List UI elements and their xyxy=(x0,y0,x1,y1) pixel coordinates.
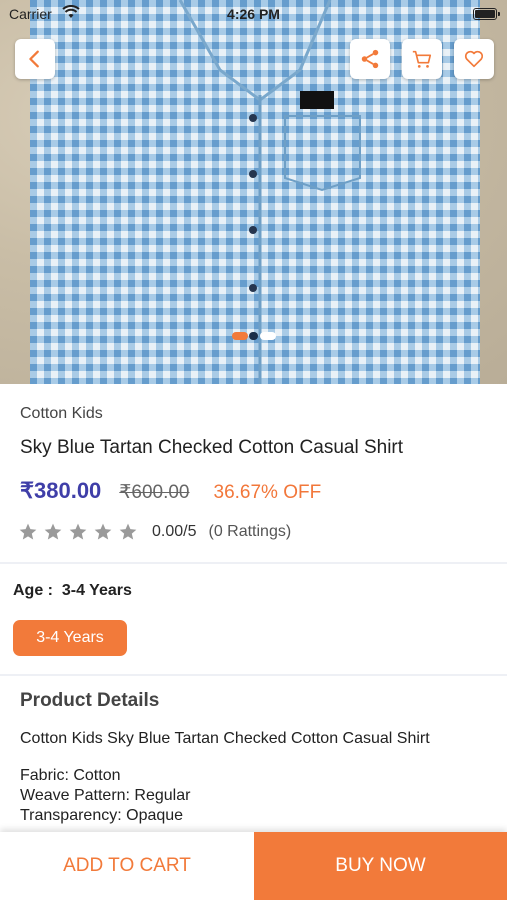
status-bar: Carrier 4:26 PM xyxy=(0,0,507,28)
age-label: Age : 3-4 Years xyxy=(13,582,132,600)
attribute-fabric: Fabric: Cotton xyxy=(20,767,121,784)
product-image-carousel[interactable]: Carrier 4:26 PM xyxy=(0,0,507,384)
star-icon xyxy=(119,523,137,540)
star-icon xyxy=(94,523,112,540)
star-icon xyxy=(44,523,62,540)
share-button[interactable] xyxy=(350,39,390,79)
rating-value: 0.00/5 xyxy=(152,523,197,540)
add-to-cart-button[interactable]: ADD TO CART xyxy=(0,832,254,900)
back-icon xyxy=(29,50,39,68)
bottom-action-bar: ADD TO CART BUY NOW xyxy=(0,832,507,900)
price-row: ₹380.00 ₹600.00 36.67% OFF xyxy=(20,478,321,504)
share-icon xyxy=(361,49,379,69)
age-option-chip[interactable]: 3-4 Years xyxy=(13,620,127,656)
attribute-weave-pattern: Weave Pattern: Regular xyxy=(20,787,191,804)
product-title: Sky Blue Tartan Checked Cotton Casual Sh… xyxy=(20,437,404,458)
age-selected-value: 3-4 Years xyxy=(61,582,132,599)
discount-label: 36.67% OFF xyxy=(213,482,322,503)
heart-icon xyxy=(464,50,484,68)
back-button[interactable] xyxy=(15,39,55,79)
product-details-heading: Product Details xyxy=(20,690,160,711)
rating-row: 0.00/5 (0 Rattings) xyxy=(18,522,291,542)
attribute-transparency: Transparency: Opaque xyxy=(20,807,184,824)
product-attributes: Fabric: Cotton Weave Pattern: Regular Tr… xyxy=(20,766,190,826)
carousel-dot[interactable] xyxy=(260,332,276,340)
wishlist-button[interactable] xyxy=(454,39,494,79)
product-description: Cotton Kids Sky Blue Tartan Checked Cott… xyxy=(20,730,430,747)
battery-icon xyxy=(473,8,500,20)
original-price: ₹600.00 xyxy=(119,482,190,503)
divider xyxy=(0,674,507,676)
rating-count[interactable]: (0 Rattings) xyxy=(208,523,291,541)
star-icon xyxy=(19,523,37,540)
buy-now-button[interactable]: BUY NOW xyxy=(254,832,507,900)
clock: 4:26 PM xyxy=(227,6,280,22)
carousel-dot[interactable] xyxy=(250,332,258,340)
cart-button[interactable] xyxy=(402,39,442,79)
carousel-indicator[interactable] xyxy=(232,332,276,340)
cart-icon xyxy=(412,50,432,68)
carousel-dot[interactable] xyxy=(232,332,248,340)
divider xyxy=(0,562,507,564)
age-label-text: Age : xyxy=(13,582,53,599)
star-icon xyxy=(69,523,87,540)
selling-price: ₹380.00 xyxy=(20,478,102,503)
rating-stars xyxy=(18,522,138,542)
brand-name[interactable]: Cotton Kids xyxy=(20,405,103,423)
